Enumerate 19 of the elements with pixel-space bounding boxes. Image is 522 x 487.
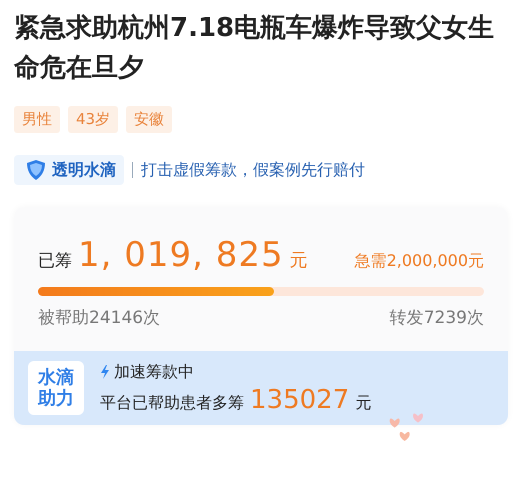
currency-unit: 元: [290, 249, 308, 272]
raised-amount: 1, 019, 825: [78, 235, 284, 275]
share-count: 转发7239次: [390, 307, 484, 329]
info-tag: 安徽: [126, 106, 172, 133]
goal-amount: 急需2,000,000元: [354, 251, 484, 272]
shield-icon: [26, 159, 46, 181]
boost-message: 平台已帮助患者多筹: [100, 392, 244, 414]
info-tag: 43岁: [68, 106, 118, 133]
transparency-badge[interactable]: 透明水滴: [14, 155, 124, 185]
boost-amount: 135027: [250, 384, 350, 414]
boost-status: 加速筹款中: [114, 362, 194, 382]
fundraiser-title: 紧急求助杭州7.18电瓶车爆炸导致父女生命危在旦夕: [14, 12, 496, 85]
guarantee-slogan: 打击虚假筹款，假案例先行赔付: [141, 160, 365, 180]
boost-unit: 元: [355, 392, 372, 414]
lightning-icon: [100, 365, 110, 379]
boost-logo: 水滴助力: [28, 361, 84, 415]
raised-label: 已筹: [38, 250, 72, 272]
info-tag: 男性: [14, 106, 60, 133]
help-count: 被帮助24146次: [38, 307, 160, 329]
